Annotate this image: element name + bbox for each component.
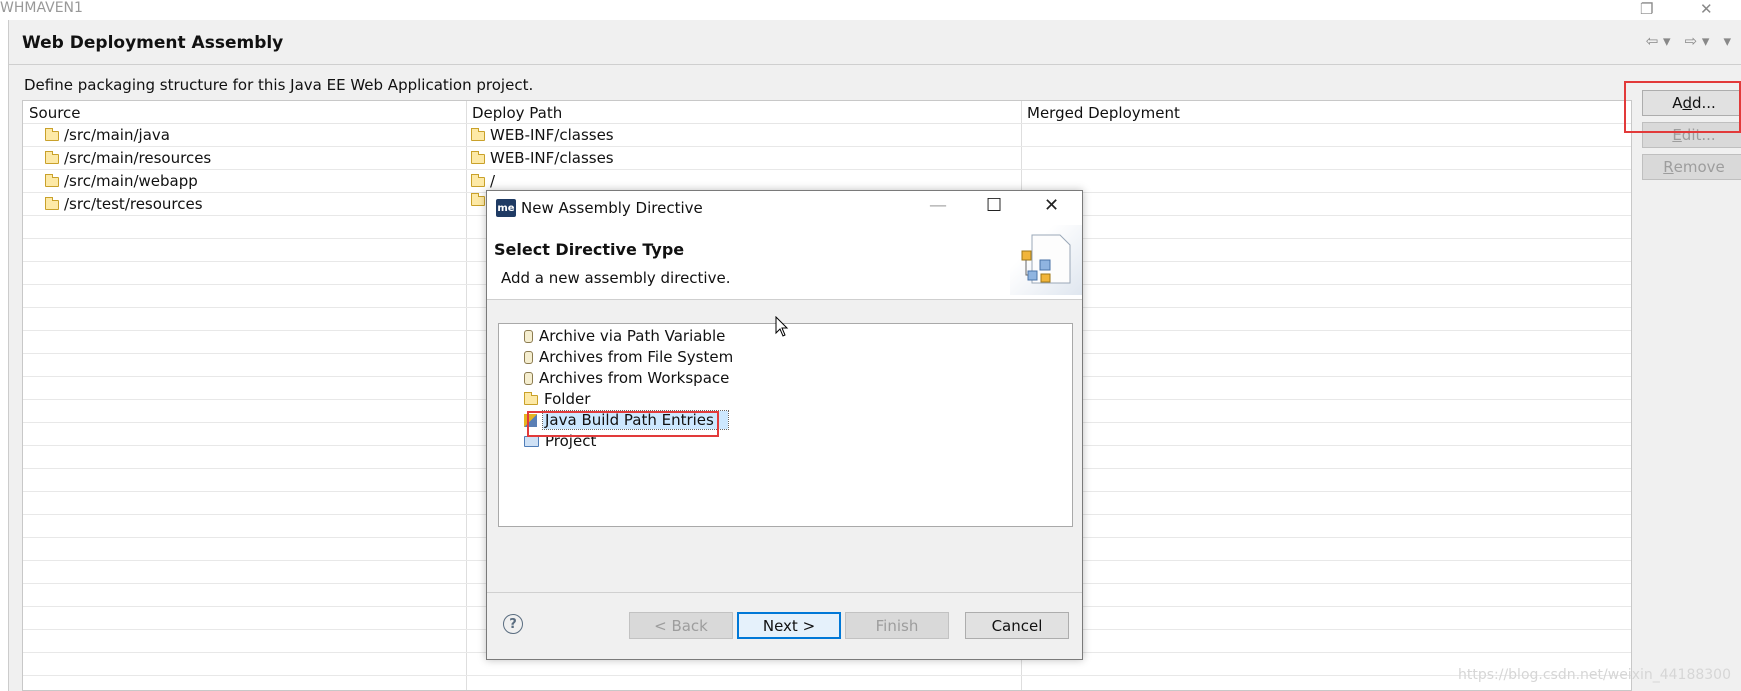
forward-arrow-icon[interactable]: ⇨ ▾	[1685, 32, 1710, 50]
folder-icon	[471, 193, 485, 206]
next-button[interactable]: Next >	[737, 612, 841, 639]
source-cell: /src/test/resources	[45, 195, 203, 213]
cancel-button[interactable]: Cancel	[965, 612, 1069, 639]
project-folder-icon	[524, 435, 539, 447]
view-menu-icon[interactable]: ▾	[1723, 32, 1731, 50]
dialog-header: Select Directive Type Add a new assembly…	[487, 225, 1082, 300]
folder-icon	[45, 196, 59, 210]
dialog-header-title: Select Directive Type	[494, 240, 685, 259]
highlight-box-add	[1624, 81, 1741, 133]
eclipse-me-icon: me	[496, 199, 516, 217]
restore-icon[interactable]: ❐	[1640, 0, 1653, 18]
column-header-source[interactable]: Source	[29, 104, 81, 122]
divider	[9, 64, 1741, 65]
deploy-path-cell: /	[471, 172, 495, 190]
folder-icon	[45, 150, 59, 164]
folder-icon	[524, 391, 538, 405]
list-item-archive-via-path-variable[interactable]: Archive via Path Variable	[524, 327, 725, 345]
source-cell: /src/main/resources	[45, 149, 211, 167]
dialog-titlebar: me New Assembly Directive — ☐ ✕	[487, 191, 1082, 225]
dialog-divider	[487, 592, 1082, 593]
dialog-close-icon[interactable]: ✕	[1044, 195, 1059, 216]
deploy-path-cell: WEB-INF/classes	[471, 126, 614, 144]
column-header-merged-deployment[interactable]: Merged Deployment	[1027, 104, 1180, 122]
table-row	[23, 676, 1631, 690]
help-icon[interactable]: ?	[503, 614, 523, 634]
sort-ascending-icon: ^	[261, 100, 271, 108]
jar-icon	[524, 350, 533, 364]
wizard-banner-icon	[1010, 225, 1082, 295]
remove-button[interactable]: Remove	[1642, 154, 1741, 180]
list-item-archives-from-workspace[interactable]: Archives from Workspace	[524, 369, 729, 387]
source-cell: /src/main/java	[45, 126, 170, 144]
folder-icon	[45, 127, 59, 141]
minimize-icon[interactable]: —	[929, 195, 947, 216]
folder-icon	[471, 173, 485, 187]
list-item-archives-from-file-system[interactable]: Archives from File System	[524, 348, 733, 366]
page-description: Define packaging structure for this Java…	[24, 76, 534, 94]
page-title: Web Deployment Assembly	[22, 33, 284, 53]
table-header: Source ^ Deploy Path Merged Deployment	[23, 101, 1631, 124]
back-button[interactable]: < Back	[629, 612, 733, 639]
jar-icon	[524, 329, 533, 343]
table-row[interactable]: /src/main/resources WEB-INF/classes	[23, 147, 1631, 170]
page-navigation: ⇦ ▾ ⇨ ▾ ▾	[1646, 32, 1731, 50]
table-row[interactable]: /src/main/java WEB-INF/classes	[23, 124, 1631, 147]
finish-button[interactable]: Finish	[845, 612, 949, 639]
source-cell: /src/main/webapp	[45, 172, 198, 190]
list-item-folder[interactable]: Folder	[524, 390, 590, 408]
folder-icon	[471, 150, 485, 164]
highlight-box-java-build-path	[527, 411, 719, 437]
jar-icon	[524, 371, 533, 385]
close-icon[interactable]: ✕	[1700, 0, 1713, 18]
dialog-header-description: Add a new assembly directive.	[501, 269, 731, 287]
column-header-deploy-path[interactable]: Deploy Path	[472, 104, 562, 122]
folder-icon	[45, 173, 59, 187]
back-arrow-icon[interactable]: ⇦ ▾	[1646, 32, 1671, 50]
window-titlebar: WHMAVEN1 ❐ ✕	[0, 0, 1741, 20]
watermark: https://blog.csdn.net/weixin_44188300	[1457, 667, 1731, 683]
deploy-path-cell: WEB-INF/classes	[471, 149, 614, 167]
folder-icon	[471, 127, 485, 141]
dialog-title: New Assembly Directive	[521, 199, 703, 217]
maximize-icon[interactable]: ☐	[986, 195, 1002, 216]
window-title: WHMAVEN1	[0, 0, 83, 16]
mouse-cursor-icon	[775, 316, 789, 337]
